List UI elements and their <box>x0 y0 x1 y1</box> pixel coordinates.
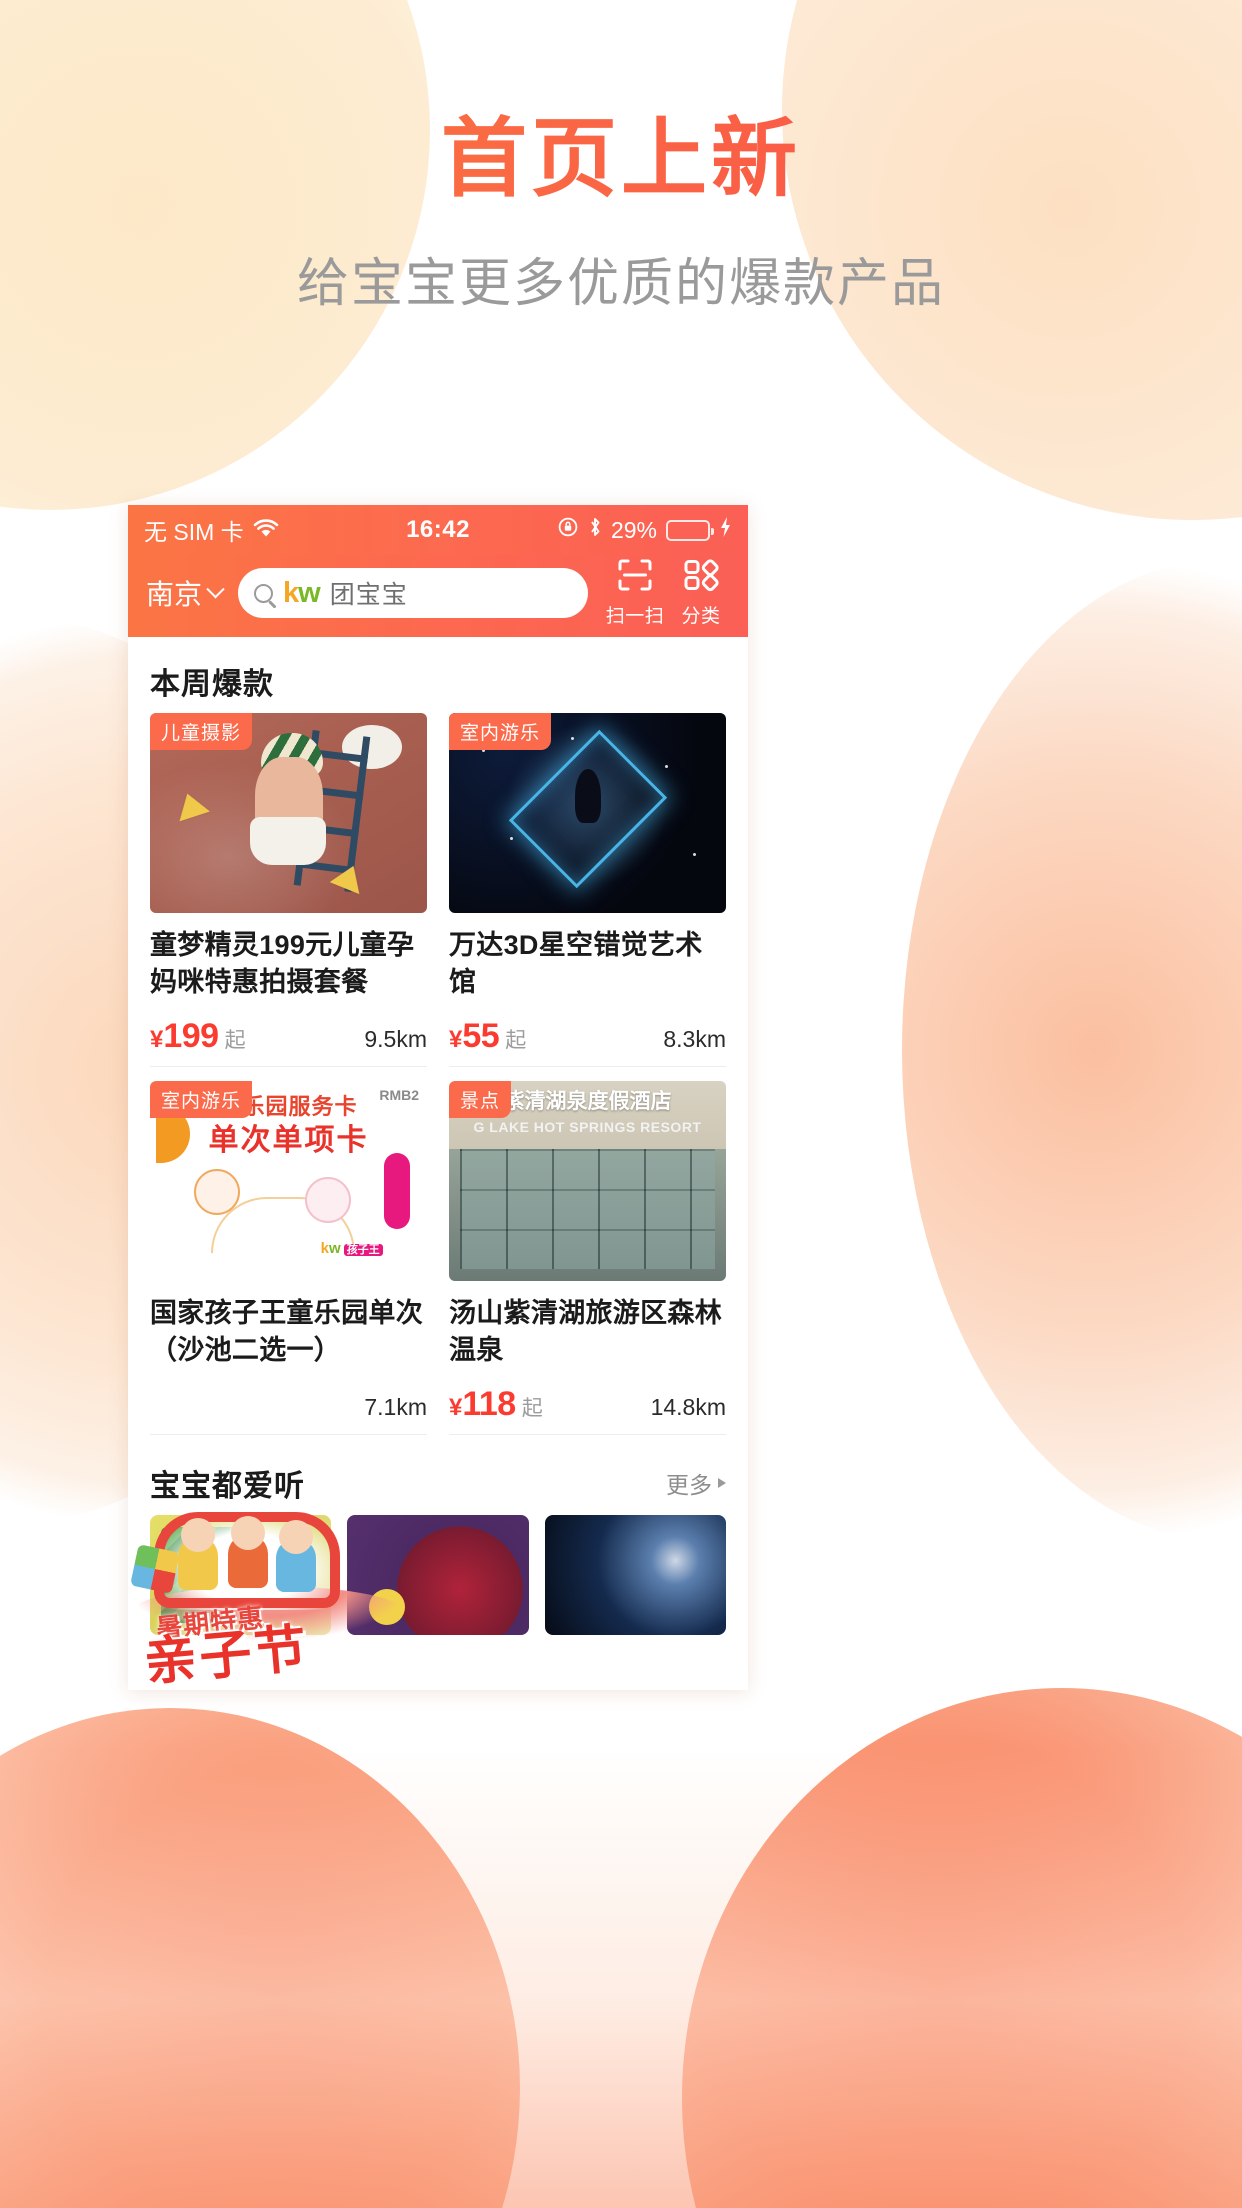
section-title: 宝宝都爱听 <box>150 1470 305 1503</box>
search-icon <box>254 583 274 603</box>
section-header-audio: 宝宝都爱听 更多 <box>128 1435 748 1515</box>
status-bar-left: 无 SIM 卡 <box>144 513 406 547</box>
decorative-bottom-gradient <box>0 1748 1242 2208</box>
product-card[interactable]: 紫清湖泉度假酒店 G LAKE HOT SPRINGS RESORT 景点 汤山… <box>449 1067 726 1435</box>
prop-star <box>171 788 210 822</box>
audio-list <box>128 1515 748 1635</box>
product-card[interactable]: 室内游乐 RMB2 童乐园服务卡 单次单项卡 kw 孩子王 国家孩子王童乐园单次（… <box>150 1067 427 1435</box>
bluetooth-icon <box>588 516 602 544</box>
product-card[interactable]: 儿童摄影 童梦精灵199元儿童孕妈咪特惠拍摄套餐 ¥199 起 9.5km <box>150 713 427 1067</box>
art-figure <box>574 769 601 823</box>
kw-logo-w: w <box>298 576 321 609</box>
app-navbar: 南京 kw 团宝宝 扫一扫 分类 <box>128 555 748 637</box>
page-subtitle: 给宝宝更多优质的爆款产品 <box>296 254 945 313</box>
promo-text-block: 首页上新 给宝宝更多优质的爆款产品 <box>0 112 1242 316</box>
product-title: 万达3D星空错觉艺术馆 <box>449 930 703 997</box>
product-thumbnail[interactable]: 室内游乐 <box>449 713 726 913</box>
product-title: 国家孩子王童乐园单次（沙池二选一） <box>150 1298 423 1365</box>
lightning-bolt-icon <box>719 516 732 544</box>
product-badge: 室内游乐 <box>449 713 552 750</box>
product-meta: ¥118 起 14.8km <box>449 1385 726 1424</box>
city-label: 南京 <box>146 579 203 610</box>
product-price <box>150 1385 156 1424</box>
battery-percent-label: 29% <box>610 516 658 543</box>
product-grid: 儿童摄影 童梦精灵199元儿童孕妈咪特惠拍摄套餐 ¥199 起 9.5km 室内… <box>128 713 748 1435</box>
chevron-down-icon <box>206 579 225 598</box>
price-suffix: 起 <box>224 1029 246 1052</box>
kw-logo-k: k <box>283 576 299 609</box>
thumb-subhead: 单次单项卡 <box>208 1124 369 1157</box>
more-label: 更多 <box>666 1472 712 1498</box>
currency-symbol: ¥ <box>449 1394 463 1421</box>
status-bar-clock: 16:42 <box>406 516 470 543</box>
product-price: ¥118 起 <box>449 1385 543 1424</box>
app-content: 本周爆款 儿童摄影 童梦精灵199元儿童孕妈咪特惠拍摄套餐 ¥199 起 9.5… <box>128 637 748 1690</box>
product-distance: 7.1km <box>364 1394 427 1420</box>
currency-symbol: ¥ <box>150 1026 164 1053</box>
product-card[interactable]: 室内游乐 万达3D星空错觉艺术馆 ¥55 起 8.3km <box>449 713 726 1067</box>
product-thumbnail[interactable]: 紫清湖泉度假酒店 G LAKE HOT SPRINGS RESORT 景点 <box>449 1081 726 1281</box>
phone-screenshot: 无 SIM 卡 16:42 29% 南京 kw 团宝宝 扫一扫 分类 本周爆款 … <box>128 505 748 1690</box>
page-title: 首页上新 <box>0 112 1242 207</box>
chevron-right-icon <box>718 1478 726 1488</box>
category-grid-icon <box>683 558 719 597</box>
product-thumbnail[interactable]: 室内游乐 RMB2 童乐园服务卡 单次单项卡 kw 孩子王 <box>150 1081 427 1281</box>
mascot-bear-orange <box>194 1169 241 1215</box>
mascot-bear-pink <box>305 1177 352 1223</box>
audio-card[interactable] <box>347 1515 529 1635</box>
product-thumbnail[interactable]: 儿童摄影 <box>150 713 427 913</box>
category-button[interactable]: 分类 <box>668 558 734 628</box>
currency-symbol: ¥ <box>449 1026 463 1053</box>
price-suffix: 起 <box>505 1029 527 1052</box>
product-badge: 景点 <box>449 1081 512 1118</box>
status-bar: 无 SIM 卡 16:42 29% <box>128 505 748 555</box>
product-title: 童梦精灵199元儿童孕妈咪特惠拍摄套餐 <box>150 930 415 997</box>
product-distance: 14.8km <box>650 1394 726 1420</box>
scan-label: 扫一扫 <box>605 606 665 627</box>
product-badge: 室内游乐 <box>150 1081 253 1118</box>
status-bar-right: 29% <box>470 516 732 544</box>
product-badge: 儿童摄影 <box>150 713 253 750</box>
section-header-hot: 本周爆款 <box>128 637 748 713</box>
section-title: 本周爆款 <box>150 668 274 701</box>
audio-card[interactable] <box>544 1515 726 1635</box>
product-price: ¥55 起 <box>449 1017 526 1056</box>
wifi-icon <box>253 517 279 544</box>
product-meta: 7.1km <box>150 1385 427 1424</box>
product-price: ¥199 起 <box>150 1017 246 1056</box>
category-label: 分类 <box>681 606 721 627</box>
product-title: 汤山紫清湖旅游区森林温泉 <box>449 1298 722 1365</box>
carrier-label: 无 SIM 卡 <box>144 519 244 545</box>
price-amount: 55 <box>462 1017 500 1055</box>
more-link[interactable]: 更多 <box>666 1466 726 1500</box>
price-amount: 118 <box>462 1385 516 1423</box>
product-distance: 9.5km <box>364 1026 427 1052</box>
decorative-blob-mid-right <box>902 560 1242 1540</box>
product-meta: ¥199 起 9.5km <box>150 1017 427 1056</box>
search-placeholder-text: 团宝宝 <box>329 581 408 609</box>
search-input[interactable]: kw 团宝宝 <box>238 568 588 618</box>
price-suffix: 起 <box>521 1397 543 1420</box>
product-distance: 8.3km <box>663 1026 726 1052</box>
scan-qr-icon <box>617 558 653 597</box>
thumb-sign-en: G LAKE HOT SPRINGS RESORT <box>473 1119 702 1135</box>
rotation-lock-icon <box>557 516 579 544</box>
product-meta: ¥55 起 8.3km <box>449 1017 726 1056</box>
scan-button[interactable]: 扫一扫 <box>602 558 668 628</box>
battery-icon <box>666 519 715 541</box>
building-glass-facade <box>460 1149 715 1269</box>
audio-card[interactable] <box>150 1515 332 1635</box>
city-selector[interactable]: 南京 <box>146 573 228 613</box>
kw-brand-logo-mini: kw 孩子王 <box>321 1240 383 1257</box>
kw-brand-logo: kw <box>283 576 321 609</box>
baby-diaper <box>249 817 326 865</box>
decor-shape-pink <box>384 1153 411 1229</box>
price-amount: 199 <box>163 1017 219 1055</box>
